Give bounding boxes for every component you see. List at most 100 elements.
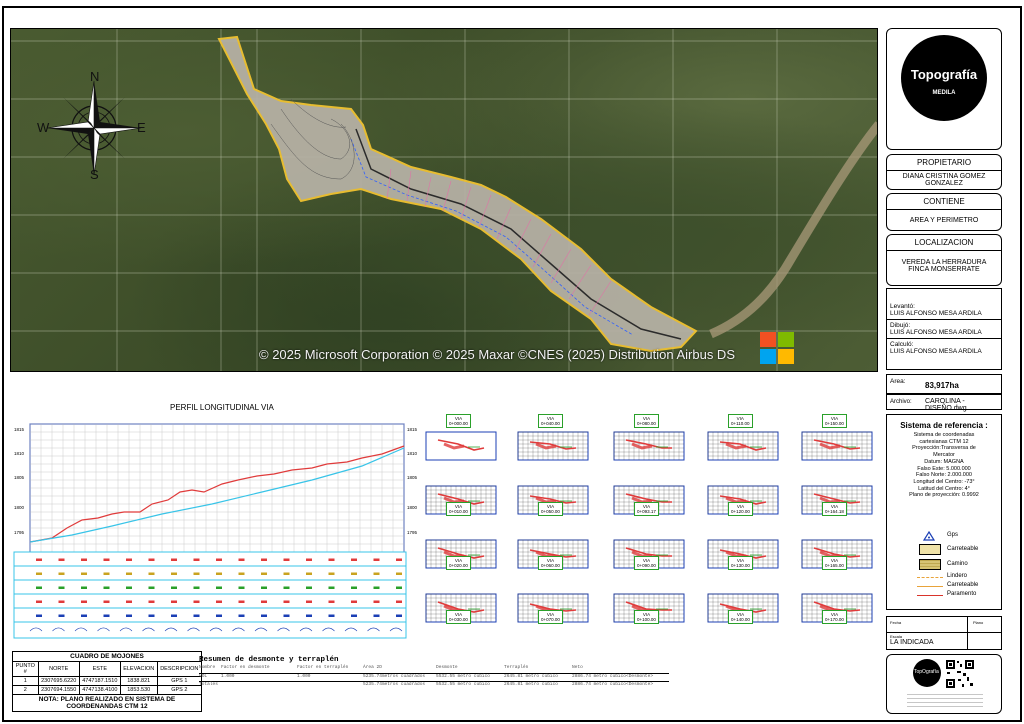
band-value-mark — [103, 558, 110, 561]
cross-section-station: 0+010.00 — [449, 509, 468, 514]
footer-logo: TopOgrafía — [913, 659, 941, 687]
band-curve-mark — [187, 627, 200, 632]
band-value-mark — [216, 600, 222, 603]
resumen-header: Área 2D — [363, 665, 382, 670]
band-value-mark — [58, 600, 65, 603]
cross-section-label: VIA 0+000.00 — [446, 414, 471, 428]
resumen-header: Factor en desmonte — [221, 665, 270, 670]
referencia-line: Falso Este: 5.000.000 — [917, 465, 971, 472]
cross-section-station: 0+093.17 — [637, 509, 656, 514]
cross-section-station: 0+130.00 — [731, 563, 750, 568]
band-value-mark — [148, 600, 155, 603]
levanto-value: LUIS ALFONSO MESA ARDILA — [890, 310, 982, 317]
cross-section: VIA 0+040.00 — [516, 414, 592, 469]
cross-section-label: VIA 0+090.00 — [634, 556, 659, 570]
resumen-cell: 5235.74metros cuadrados — [363, 682, 426, 687]
cross-section: VIA 0+170.00 — [800, 592, 876, 631]
paramento-line — [917, 595, 943, 596]
band-value-mark — [351, 558, 357, 561]
band-value-mark — [283, 572, 290, 575]
cross-section-label: VIA 0+110.00 — [728, 414, 753, 428]
band-value-mark — [193, 614, 200, 617]
logo-subtext: MEDILA — [932, 90, 956, 96]
resumen-cell: 2645.81 metro cúbico — [504, 674, 559, 679]
band-value-mark — [396, 614, 402, 617]
band-value-mark — [283, 558, 290, 561]
band-value-mark — [81, 614, 87, 617]
table-cell: 1 — [12, 676, 39, 686]
referencia-line: Datum: MAGNA — [924, 458, 964, 465]
band-value-mark — [58, 572, 65, 575]
calculo-label: Calculó: — [890, 341, 914, 348]
band-value-mark — [306, 572, 312, 575]
band-curve-mark — [322, 627, 335, 632]
propietario-panel: PROPIETARIO DIANA CRISTINA GOMEZ GONZALE… — [886, 154, 1002, 190]
referencia-line: Latitud del Centro: 4° — [918, 485, 970, 492]
band-value-mark — [396, 600, 402, 603]
cross-section-label: VIA 0+070.00 — [538, 610, 563, 624]
band-value-mark — [261, 614, 267, 617]
localizacion-panel: LOCALIZACION VEREDA LA HERRADURA FINCA M… — [886, 234, 1002, 286]
cross-section: VIA 0+120.00 — [706, 484, 782, 523]
resumen-cell: 1.000 — [297, 674, 311, 679]
localizacion-value-1: VEREDA LA HERRADURA — [901, 259, 987, 266]
cross-section-station: 0+140.00 — [731, 617, 750, 622]
cross-section-station: 0+164.18 — [825, 509, 844, 514]
band-value-mark — [103, 586, 110, 589]
band-value-mark — [283, 614, 290, 617]
band-value-mark — [81, 600, 87, 603]
band-value-mark — [81, 558, 87, 561]
footer-logo-text: TopOgrafía — [914, 669, 939, 675]
band-value-mark — [81, 572, 87, 575]
band-value-mark — [216, 572, 222, 575]
band-value-mark — [148, 558, 155, 561]
resumen-cell: 1.000 — [221, 674, 235, 679]
band-curve-mark — [97, 627, 110, 632]
band-value-mark — [261, 600, 267, 603]
cross-section-station: 0+030.00 — [449, 617, 468, 622]
band-value-mark — [238, 600, 245, 603]
right-tick: 1810 — [407, 451, 418, 456]
band-value-mark — [171, 586, 177, 589]
footer-fine-print — [907, 691, 983, 707]
resumen-cell: 2886.74 metro cúbico<Desmonte> — [572, 682, 654, 687]
band-value-mark — [36, 572, 42, 575]
band-value-mark — [81, 586, 87, 589]
cross-section: VIA 0+093.17 — [612, 484, 688, 523]
band-value-mark — [148, 614, 155, 617]
band-value-mark — [283, 600, 290, 603]
resumen-cell: VOL — [199, 674, 208, 679]
band-value-mark — [396, 586, 402, 589]
left-tick: 1800 — [14, 505, 25, 510]
mojones-header: NORTE — [37, 661, 80, 677]
band-value-mark — [238, 572, 245, 575]
left-tick: 1795 — [14, 530, 25, 535]
referencia-title: Sistema de referencia : — [900, 421, 988, 430]
band-curve-mark — [142, 627, 155, 632]
resumen-row: VOL 1.000 1.000 5235.74metros cuadrados … — [199, 673, 669, 681]
cross-section-station: 0+110.00 — [731, 421, 750, 426]
band-value-mark — [396, 558, 402, 561]
referencia-line: Longitud del Centro: -73° — [913, 478, 975, 485]
compass-s: S — [90, 167, 99, 182]
band-value-mark — [306, 586, 312, 589]
band-value-mark — [238, 586, 245, 589]
left-tick: 1810 — [14, 451, 25, 456]
contiene-label: CONTIENE — [923, 197, 965, 206]
referencia-line: Plano de proyección: 0.9992 — [909, 492, 979, 499]
band-value-mark — [373, 572, 380, 575]
cross-section-label: VIA 0+164.18 — [822, 502, 847, 516]
profile-title: PERFIL LONGITUDINAL VIA — [170, 403, 274, 412]
logo-text: Topografía — [910, 67, 978, 82]
cross-section: VIA 0+000.00 — [424, 414, 500, 469]
resumen-cell: 2886.74 metro cúbico<Desmonte> — [572, 674, 654, 679]
band-value-mark — [351, 614, 357, 617]
band-value-mark — [306, 558, 312, 561]
band-value-mark — [261, 572, 267, 575]
band-curve-mark — [119, 627, 133, 632]
band-value-mark — [216, 558, 222, 561]
cross-section-label: VIA 0+020.00 — [446, 556, 471, 570]
band-value-mark — [36, 558, 42, 561]
cross-section: VIA 0+140.00 — [706, 592, 782, 631]
cross-section: VIA 0+090.00 — [612, 538, 688, 577]
